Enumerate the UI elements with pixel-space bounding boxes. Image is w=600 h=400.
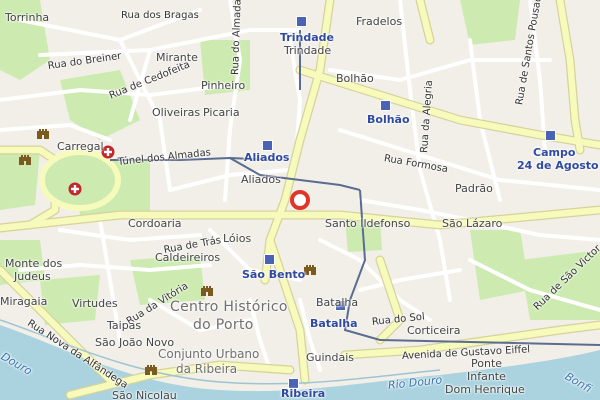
label-virtudes: Virtudes bbox=[72, 297, 118, 310]
castle-icon[interactable] bbox=[200, 283, 214, 297]
label-aliados: Aliados bbox=[241, 173, 281, 186]
metro-station-icon[interactable] bbox=[296, 16, 307, 27]
label-ribeira-station: Ribeira bbox=[281, 387, 326, 400]
label-rua-dos-bragas: Rua dos Bragas bbox=[121, 10, 199, 21]
label-mirante: Mirante bbox=[156, 51, 198, 64]
label-cordoaria: Cordoaria bbox=[128, 217, 182, 230]
label-padrao: Padrão bbox=[455, 182, 493, 195]
metro-station-icon[interactable] bbox=[264, 254, 275, 265]
roundabout bbox=[39, 149, 121, 211]
label-sao-lazaro: São Lázaro bbox=[442, 217, 503, 230]
label-carregal: Carregal bbox=[57, 140, 104, 153]
map-canvas[interactable]: Torrinha Rua dos Bragas Fradelos Trindad… bbox=[0, 0, 600, 400]
label-trindade: Trindade bbox=[284, 44, 332, 57]
label-picaria: Picaria bbox=[203, 106, 240, 119]
label-centro-historico-1: Centro Histórico bbox=[170, 299, 288, 315]
label-judeus: Judeus bbox=[14, 270, 51, 283]
label-santo-ildefonso: Santo Ildefonso bbox=[325, 217, 411, 230]
label-conjunto-urbano-2: da Ribeira bbox=[176, 362, 238, 376]
castle-icon[interactable] bbox=[36, 126, 50, 140]
castle-icon[interactable] bbox=[18, 152, 32, 166]
hospital-icon[interactable] bbox=[68, 182, 82, 196]
label-ponte-2: Infante bbox=[467, 370, 506, 383]
label-sao-nicolau: São Nicolau bbox=[112, 389, 177, 400]
metro-station-icon[interactable] bbox=[380, 100, 391, 111]
label-torrinha: Torrinha bbox=[5, 11, 50, 24]
label-fradelos: Fradelos bbox=[356, 15, 403, 28]
castle-icon[interactable] bbox=[144, 362, 158, 376]
label-miragaia: Miragaia bbox=[0, 295, 48, 308]
label-ponte-3: Dom Henrique bbox=[445, 383, 525, 396]
label-oliveiras: Oliveiras bbox=[152, 106, 201, 119]
label-pinheiro: Pinheiro bbox=[201, 79, 246, 92]
label-trindade-station: Trindade bbox=[280, 31, 334, 44]
metro-station-icon[interactable] bbox=[545, 130, 556, 141]
label-batalha-station: Batalha bbox=[310, 317, 358, 330]
label-bolhao: Bolhão bbox=[336, 72, 374, 85]
label-conjunto-urbano-1: Conjunto Urbano bbox=[158, 347, 260, 361]
label-batalha: Batalha bbox=[316, 296, 359, 309]
label-monte-dos: Monte dos bbox=[5, 257, 63, 270]
label-centro-historico-2: do Porto bbox=[193, 317, 254, 333]
label-taipas: Taipas bbox=[107, 319, 142, 332]
label-ponte-1: Ponte bbox=[471, 357, 503, 370]
label-bolhao-station: Bolhão bbox=[367, 113, 410, 126]
label-corticeira: Corticeira bbox=[407, 324, 461, 337]
map-pin-icon[interactable] bbox=[289, 189, 311, 211]
label-caldeireiros: Caldeireiros bbox=[155, 251, 221, 264]
label-loios: Lóios bbox=[223, 232, 252, 245]
metro-station-icon[interactable] bbox=[262, 140, 273, 151]
label-guindais: Guindais bbox=[306, 351, 355, 364]
label-campo-line2: 24 de Agosto bbox=[517, 159, 599, 172]
label-campo-line1: Campo bbox=[533, 146, 576, 159]
label-aliados-station: Aliados bbox=[244, 151, 290, 164]
label-sao-bento-station: São Bento bbox=[242, 268, 306, 281]
